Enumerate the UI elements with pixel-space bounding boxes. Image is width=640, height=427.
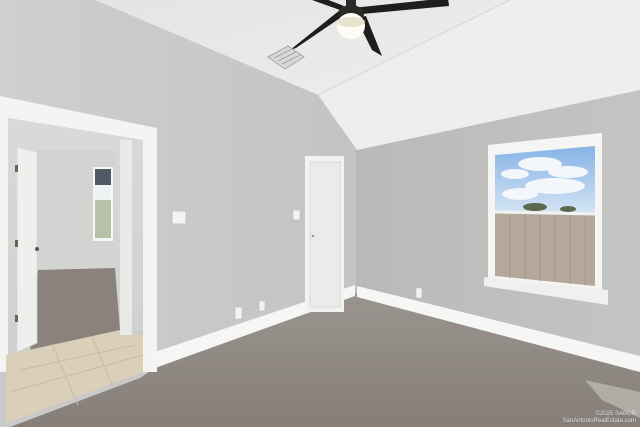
room-photo bbox=[0, 0, 640, 427]
closet-door[interactable] bbox=[309, 161, 341, 308]
door-side-switch[interactable] bbox=[292, 209, 301, 221]
window-meeting-rail bbox=[494, 210, 596, 216]
door-hinge-top bbox=[15, 165, 18, 172]
light-switch[interactable] bbox=[171, 210, 187, 225]
hallway-window-tint bbox=[95, 169, 111, 185]
outlet-left-wall bbox=[234, 306, 243, 320]
door-hinge-bottom bbox=[15, 315, 18, 322]
outlet-left-wall-2 bbox=[258, 300, 266, 312]
watermark-site: SanAntonioRealEstate.com bbox=[562, 418, 636, 424]
hallway-window-greenery bbox=[95, 200, 111, 238]
listing-watermark: ©2025 SABOR SanAntonioRealEstate.com bbox=[563, 411, 636, 425]
doorway-casing-right bbox=[120, 140, 132, 335]
open-door-knob[interactable] bbox=[35, 247, 39, 251]
outlet-right-wall bbox=[415, 287, 423, 299]
door-knob[interactable] bbox=[311, 234, 315, 238]
open-door-leaf[interactable] bbox=[16, 146, 38, 353]
watermark-copyright: ©2025 SABOR bbox=[595, 411, 636, 417]
door-hinge-mid bbox=[15, 240, 18, 247]
